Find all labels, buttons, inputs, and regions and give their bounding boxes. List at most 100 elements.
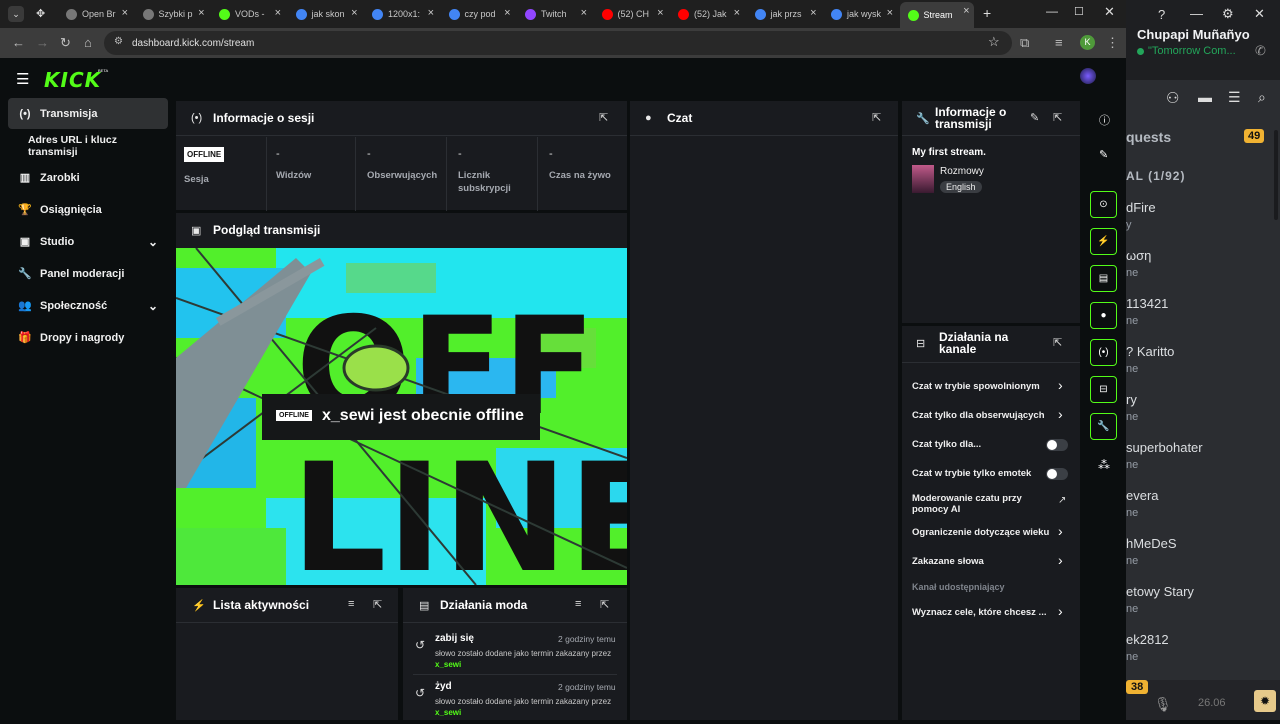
browser-tab[interactable]: Szybki p × [135,4,209,24]
site-info-icon[interactable]: ⚙ [114,36,123,47]
stream-preview[interactable]: OFF LINE OFFLINE x_sewi jest obecnie off… [176,248,627,585]
chevron-down-icon[interactable]: ⌄ [148,235,158,249]
popout-icon[interactable]: ⇱ [599,111,608,124]
sidebar-item-5[interactable]: 🔧 Panel moderacji [8,258,168,289]
chevron-right-icon[interactable]: › [1058,603,1063,619]
add-widget-icon[interactable]: ⁂ [1098,458,1110,472]
filter-icon[interactable]: ≡ [348,598,354,610]
friend-name[interactable]: ωση [1126,248,1151,263]
undo-icon[interactable]: ↺ [415,638,425,652]
sidebar-item-0[interactable]: (•) Transmisja [8,98,168,129]
friend-name[interactable]: hMeDeS [1126,536,1177,551]
minimize-window-button[interactable]: — [1046,4,1058,18]
browser-tab[interactable]: 1200x1: × [364,4,438,24]
tab-close-icon[interactable]: × [198,7,204,19]
channel-action-label[interactable]: Ograniczenie dotyczące wieku [912,527,1052,538]
category-name[interactable]: Rozmowy [940,166,984,177]
tab-close-icon[interactable]: × [504,7,510,19]
reload-icon[interactable]: ↻ [60,35,71,51]
help-icon[interactable]: ? [1158,7,1165,22]
friend-name[interactable]: evera [1126,488,1159,503]
scrollbar[interactable] [1274,130,1278,220]
tab-close-icon[interactable]: × [734,7,740,19]
friend-name[interactable]: ? Karitto [1126,344,1174,359]
tab-close-icon[interactable]: × [581,7,587,19]
search-icon[interactable]: ⌕ [1258,89,1266,106]
sidebar-item-1[interactable]: Adres URL i klucz transmisji [8,130,168,161]
sidebar-item-3[interactable]: 🏆 Osiągnięcia [8,194,168,225]
chevron-right-icon[interactable]: › [1058,406,1063,422]
rail-activity-button[interactable]: ⚡ [1090,228,1117,255]
tab-close-icon[interactable]: × [428,7,434,19]
folder-icon[interactable]: ▬ [1198,89,1212,105]
sidebar-item-7[interactable]: 🎁 Dropy i nagrody [8,322,168,353]
friend-name[interactable]: superbohater [1126,440,1203,455]
edit-pencil-icon[interactable]: ✎ [1030,111,1039,124]
browser-tab[interactable]: czy pod × [441,4,515,24]
pencil-icon[interactable]: ✎ [1099,148,1108,161]
sidebar-item-4[interactable]: ▣ Studio ⌄ [8,226,168,257]
tab-close-icon[interactable]: × [963,5,969,17]
popout-icon[interactable]: ⇱ [1053,336,1062,349]
external-link-icon[interactable]: ↗ [1058,495,1066,506]
back-arrow-icon[interactable]: ← [12,35,25,50]
chevron-down-icon[interactable]: ⌄ [148,299,158,313]
channel-action-label[interactable]: Czat w trybie spowolnionym [912,381,1052,392]
browser-tab[interactable]: VODs - × [211,4,285,24]
chevron-right-icon[interactable]: › [1058,523,1063,539]
extensions-icon[interactable]: ⧉ [1020,35,1029,51]
channel-action-label[interactable]: Zakazane słowa [912,556,1052,567]
browser-tab[interactable]: (52) Jak × [670,4,744,24]
add-friend-icon[interactable]: ⚇ [1166,89,1179,107]
settings-gear-icon[interactable]: ⚙ [1222,6,1234,22]
toggle-switch[interactable] [1046,468,1068,480]
browser-tab[interactable]: Stream × [899,2,974,28]
mod-user-link[interactable]: x_sewi [435,660,461,669]
sidebar-item-2[interactable]: ▥ Zarobki [8,162,168,193]
browser-tab[interactable]: jak skon × [288,4,362,24]
channel-action-label[interactable]: Czat tylko dla obserwujących [912,410,1052,421]
undo-icon[interactable]: ↺ [415,686,425,700]
close-window-button[interactable]: ✕ [1104,4,1115,20]
friend-name[interactable]: ek2812 [1126,632,1169,647]
filter-icon[interactable]: ≡ [575,598,581,610]
hamburger-menu-icon[interactable]: ☰ [16,70,29,88]
rail-channel-actions-button[interactable]: ⊟ [1090,376,1117,403]
home-icon[interactable]: ⌂ [84,35,92,50]
address-bar[interactable]: ⚙ dashboard.kick.com/stream ☆ [104,31,1012,55]
channel-action-label[interactable]: Moderowanie czatu przy pomocy AI [912,493,1032,515]
browser-tab[interactable]: Open Br × [58,4,132,24]
pinned-tab-icon[interactable]: ✥ [36,7,45,20]
toggle-switch[interactable] [1046,439,1068,451]
tab-close-icon[interactable]: × [351,7,357,19]
close-icon[interactable]: ✕ [1254,6,1265,22]
channel-action-label[interactable]: Czat w trybie tylko emotek [912,468,1052,479]
sidebar-item-6[interactable]: 👥 Społeczność ⌄ [8,290,168,321]
reading-list-icon[interactable]: ≡ [1055,35,1063,50]
rail-session-button[interactable]: ⊙ [1090,191,1117,218]
friend-name[interactable]: etowy Stary [1126,584,1194,599]
popout-icon[interactable]: ⇱ [1053,111,1062,124]
chevron-right-icon[interactable]: › [1058,552,1063,568]
tab-close-icon[interactable]: × [122,7,128,19]
tab-search-icon[interactable]: ⌄ [8,6,24,22]
phone-icon[interactable]: ✆ [1255,43,1266,59]
user-avatar[interactable] [1080,68,1096,84]
requests-label[interactable]: quests [1126,129,1171,145]
browser-tab[interactable]: (52) CH × [594,4,668,24]
rail-chat-button[interactable]: ● [1090,302,1117,329]
tab-close-icon[interactable]: × [275,7,281,19]
friend-name[interactable]: ry [1126,392,1137,407]
new-tab-button[interactable]: + [983,5,991,21]
forward-arrow-icon[interactable]: → [36,35,49,50]
friend-name[interactable]: dFire [1126,200,1156,215]
rail-stream-info-button[interactable]: 🔧 [1090,413,1117,440]
tab-close-icon[interactable]: × [810,7,816,19]
mod-user-link[interactable]: x_sewi [435,708,461,717]
tab-close-icon[interactable]: × [887,7,893,19]
maximize-window-button[interactable]: ☐ [1074,5,1084,18]
bug-icon[interactable]: ✹ [1254,690,1276,712]
list-icon[interactable]: ☰ [1228,89,1241,106]
popout-icon[interactable]: ⇱ [872,111,881,124]
chevron-right-icon[interactable]: › [1058,377,1063,393]
